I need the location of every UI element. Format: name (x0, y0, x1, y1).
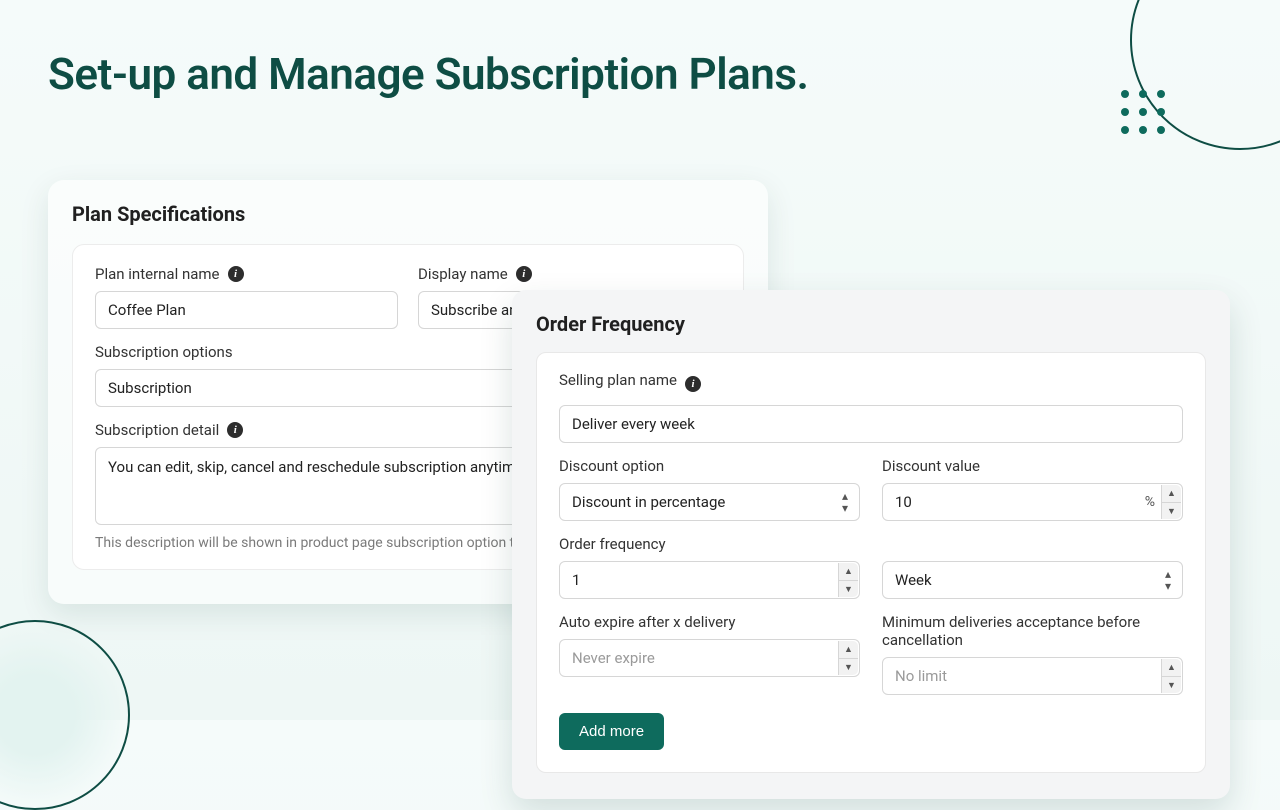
info-icon[interactable]: i (227, 422, 243, 438)
stepper-down-icon[interactable]: ▼ (1162, 677, 1181, 694)
stepper-up-icon[interactable]: ▲ (839, 641, 858, 659)
min-deliveries-input[interactable]: No limit (882, 657, 1183, 695)
discount-value-stepper[interactable]: ▲ ▼ (1161, 485, 1181, 519)
order-frequency-stepper[interactable]: ▲ ▼ (838, 563, 858, 597)
auto-expire-stepper[interactable]: ▲ ▼ (838, 641, 858, 675)
discount-option-label: Discount option (559, 457, 860, 475)
order-frequency-inner: Selling plan name i Deliver every week D… (536, 352, 1206, 773)
discount-option-select[interactable]: Discount in percentage (559, 483, 860, 521)
order-frequency-label: Order frequency (559, 535, 860, 553)
stepper-down-icon[interactable]: ▼ (1162, 503, 1181, 520)
subscription-detail-label: Subscription detail (95, 421, 219, 439)
discount-value-suffix: % (1145, 494, 1155, 510)
stepper-down-icon[interactable]: ▼ (839, 659, 858, 676)
subscription-options-label: Subscription options (95, 343, 233, 361)
stepper-up-icon[interactable]: ▲ (839, 563, 858, 581)
discount-value-label: Discount value (882, 457, 1183, 475)
decorative-circle (0, 620, 130, 810)
stepper-up-icon[interactable]: ▲ (1162, 659, 1181, 677)
auto-expire-input[interactable]: Never expire (559, 639, 860, 677)
add-more-button[interactable]: Add more (559, 713, 664, 750)
decorative-dots (1121, 90, 1165, 134)
min-deliveries-stepper[interactable]: ▲ ▼ (1161, 659, 1181, 693)
stepper-up-icon[interactable]: ▲ (1162, 485, 1181, 503)
order-frequency-unit-label (882, 535, 1183, 553)
info-icon[interactable]: i (228, 266, 244, 282)
display-name-label: Display name (418, 265, 508, 283)
selling-plan-label: Selling plan name (559, 371, 677, 389)
auto-expire-label: Auto expire after x delivery (559, 613, 860, 631)
page-title: Set-up and Manage Subscription Plans. (48, 48, 808, 100)
discount-value-input[interactable]: 10 (882, 483, 1183, 521)
min-deliveries-label: Minimum deliveries acceptance before can… (882, 613, 1183, 649)
stepper-down-icon[interactable]: ▼ (839, 581, 858, 598)
plan-spec-heading: Plan Specifications (72, 202, 744, 226)
info-icon[interactable]: i (516, 266, 532, 282)
selling-plan-input[interactable]: Deliver every week (559, 405, 1183, 443)
internal-name-input[interactable]: Coffee Plan (95, 291, 398, 329)
internal-name-label: Plan internal name (95, 265, 220, 283)
info-icon[interactable]: i (685, 376, 701, 392)
order-frequency-card: Order Frequency Selling plan name i Deli… (512, 290, 1230, 799)
order-frequency-heading: Order Frequency (536, 312, 1206, 336)
order-frequency-unit-select[interactable]: Week (882, 561, 1183, 599)
order-frequency-input[interactable]: 1 (559, 561, 860, 599)
